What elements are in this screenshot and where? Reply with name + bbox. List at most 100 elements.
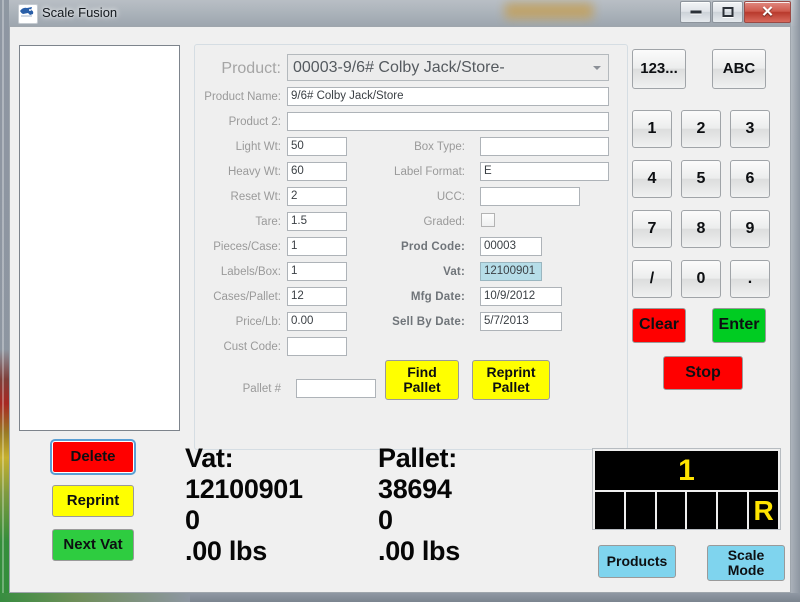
- vat-summary-number: 12100901: [185, 474, 303, 504]
- price-per-lb-label: Price/Lb:: [235, 316, 281, 328]
- stop-button-label: Stop: [685, 363, 721, 381]
- window-border-bottom-tint: [0, 593, 190, 602]
- keypad-key-8[interactable]: 8: [681, 210, 721, 248]
- client-area: Delete Reprint Next Vat Product: 00003-9…: [9, 26, 791, 593]
- keypad-key-0[interactable]: 0: [681, 260, 721, 298]
- product-2-input[interactable]: [287, 112, 609, 131]
- keypad-key-3[interactable]: 3: [730, 110, 770, 148]
- box-type-input[interactable]: [480, 137, 609, 156]
- scale-display-cell-1: [595, 492, 624, 529]
- scale-display-cell-3: [656, 492, 686, 529]
- vat-summary-count: 0: [185, 505, 200, 535]
- reprint-pallet-button[interactable]: Reprint Pallet: [472, 360, 550, 400]
- reprint-button[interactable]: Reprint: [52, 485, 134, 517]
- keypad-key-5[interactable]: 5: [681, 160, 721, 198]
- cust-code-label: Cust Code:: [223, 341, 281, 353]
- find-pallet-button-label: Find Pallet: [403, 364, 441, 395]
- keypad-numeric-mode-button[interactable]: 123...: [632, 49, 686, 89]
- maximize-icon: [722, 7, 733, 17]
- product-label: Product:: [221, 60, 281, 77]
- keypad-key-7-label: 7: [647, 219, 657, 237]
- window-border-left-highlight: [2, 0, 4, 602]
- scale-display-cell-2: [625, 492, 655, 529]
- product-list-box[interactable]: [19, 45, 180, 431]
- close-icon: ✕: [761, 3, 774, 21]
- keypad-key-1-label: 1: [647, 119, 657, 137]
- keypad-key-decimal[interactable]: .: [730, 260, 770, 298]
- keypad-key-6[interactable]: 6: [730, 160, 770, 198]
- maximize-button[interactable]: [712, 1, 743, 23]
- title-bar: Scale Fusion ✕: [0, 0, 800, 26]
- product-name-input[interactable]: 9/6# Colby Jack/Store: [287, 87, 609, 106]
- graded-checkbox[interactable]: [481, 213, 495, 227]
- keypad-key-slash-label: /: [649, 269, 655, 287]
- product-name-label: Product Name:: [204, 91, 281, 103]
- keypad-key-5-label: 5: [696, 169, 706, 187]
- window-controls: ✕: [679, 1, 791, 23]
- pieces-per-case-input[interactable]: 1: [287, 237, 347, 256]
- cust-code-input[interactable]: [287, 337, 347, 356]
- reprint-pallet-button-label: Reprint Pallet: [486, 364, 536, 395]
- keypad-alpha-mode-label: ABC: [722, 60, 756, 78]
- stop-button[interactable]: Stop: [663, 356, 743, 390]
- keypad-enter-button[interactable]: Enter: [712, 308, 766, 343]
- keypad-alpha-mode-button[interactable]: ABC: [712, 49, 766, 89]
- light-wt-label: Light Wt:: [235, 141, 281, 153]
- pallet-number-input[interactable]: [296, 379, 376, 398]
- scale-display: 1 R: [592, 448, 781, 530]
- product-combobox[interactable]: 00003-9/6# Colby Jack/Store-: [287, 54, 609, 81]
- labels-per-box-input[interactable]: 1: [287, 262, 347, 281]
- minimize-button[interactable]: [680, 1, 711, 23]
- find-pallet-button[interactable]: Find Pallet: [385, 360, 459, 400]
- app-window: Scale Fusion ✕ Delete Reprint Next Vat P…: [0, 0, 800, 602]
- reset-wt-input[interactable]: 2: [287, 187, 347, 206]
- products-button[interactable]: Products: [598, 545, 676, 578]
- light-wt-input[interactable]: 50: [287, 137, 347, 156]
- scale-mode-button[interactable]: Scale Mode: [707, 545, 785, 581]
- scale-display-value: 1: [595, 451, 778, 490]
- scale-display-cell-4: [687, 492, 717, 529]
- ucc-input[interactable]: [480, 187, 580, 206]
- keypad-key-9-label: 9: [745, 219, 755, 237]
- keypad-key-1[interactable]: 1: [632, 110, 672, 148]
- keypad-key-4-label: 4: [647, 169, 657, 187]
- tare-label: Tare:: [255, 216, 281, 228]
- mfg-date-label: Mfg Date:: [410, 291, 465, 303]
- sell-by-date-input[interactable]: 5/7/2013: [480, 312, 562, 331]
- product-combobox-value: 00003-9/6# Colby Jack/Store-: [293, 59, 505, 76]
- pallet-number-label: Pallet #: [242, 383, 281, 395]
- price-per-lb-input[interactable]: 0.00: [287, 312, 347, 331]
- delete-button[interactable]: Delete: [50, 439, 136, 475]
- scale-display-cell-6: R: [749, 492, 778, 529]
- reset-wt-label: Reset Wt:: [230, 191, 281, 203]
- graded-label: Graded:: [423, 216, 465, 228]
- keypad-enter-label: Enter: [718, 316, 760, 334]
- label-format-label: Label Format:: [394, 166, 465, 178]
- heavy-wt-input[interactable]: 60: [287, 162, 347, 181]
- tare-input[interactable]: 1.5: [287, 212, 347, 231]
- scale-mode-button-label: Scale Mode: [727, 547, 765, 578]
- vat-input[interactable]: 12100901: [480, 262, 542, 281]
- close-button[interactable]: ✕: [744, 1, 791, 23]
- sell-by-date-label: Sell By Date:: [392, 316, 465, 328]
- prod-code-label: Prod Code:: [401, 241, 465, 253]
- keypad-key-2[interactable]: 2: [681, 110, 721, 148]
- keypad-clear-button[interactable]: Clear: [632, 308, 686, 343]
- keypad-key-4[interactable]: 4: [632, 160, 672, 198]
- mfg-date-input[interactable]: 10/9/2012: [480, 287, 562, 306]
- cases-per-pallet-label: Cases/Pallet:: [213, 291, 281, 303]
- prod-code-input[interactable]: 00003: [480, 237, 542, 256]
- cases-per-pallet-input[interactable]: 12: [287, 287, 347, 306]
- ucc-label: UCC:: [436, 191, 465, 203]
- keypad-key-9[interactable]: 9: [730, 210, 770, 248]
- labels-per-box-label: Labels/Box:: [220, 266, 281, 278]
- keypad-key-slash[interactable]: /: [632, 260, 672, 298]
- product-form-panel: Product: 00003-9/6# Colby Jack/Store- Pr…: [194, 44, 628, 450]
- label-format-input[interactable]: E: [480, 162, 609, 181]
- scale-display-cells: R: [595, 492, 778, 529]
- keypad-key-7[interactable]: 7: [632, 210, 672, 248]
- next-vat-button[interactable]: Next Vat: [52, 529, 134, 561]
- keypad-numeric-mode-label: 123...: [640, 60, 678, 78]
- window-title: Scale Fusion: [42, 5, 118, 20]
- vat-summary-weight: .00 lbs: [185, 536, 267, 566]
